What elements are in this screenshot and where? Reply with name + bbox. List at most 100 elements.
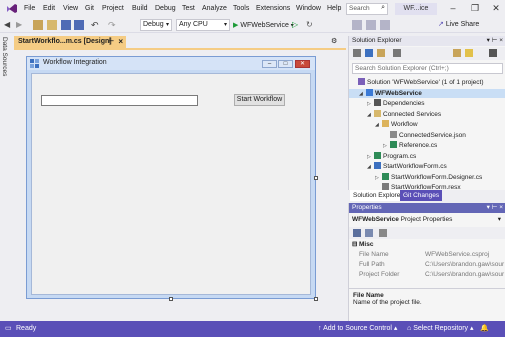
panel-options-icon[interactable]: ▾ ⊢ × bbox=[487, 203, 503, 213]
forward-icon[interactable]: ▶ bbox=[16, 20, 26, 30]
expand-icon[interactable]: ▷ bbox=[375, 174, 382, 183]
pending-changes-filter-icon[interactable] bbox=[465, 49, 473, 57]
tree-item[interactable]: ▷ Dependencies bbox=[349, 99, 505, 108]
chevron-down-icon: ▾ bbox=[497, 216, 501, 223]
tree-item[interactable]: ▷ Reference.cs bbox=[349, 141, 505, 150]
expand-icon[interactable]: ▷ bbox=[367, 100, 374, 109]
save-all-icon[interactable] bbox=[74, 20, 84, 30]
menu-debug[interactable]: Debug bbox=[154, 3, 177, 14]
chevron-down-icon: ▾ bbox=[223, 22, 227, 28]
tree-item[interactable]: Solution 'WFWebService' (1 of 1 project) bbox=[349, 78, 505, 87]
data-sources-sidebar[interactable]: Data Sources bbox=[0, 33, 11, 321]
workflow-text-input[interactable] bbox=[41, 95, 198, 106]
property-pages-icon[interactable] bbox=[379, 229, 387, 237]
toolbar-extra-icon[interactable] bbox=[380, 20, 390, 30]
switch-views-icon[interactable] bbox=[377, 49, 385, 57]
panel-options-icon[interactable]: ▾ ⊢ × bbox=[487, 36, 503, 46]
refresh-icon[interactable]: ↻ bbox=[306, 20, 316, 30]
menu-view[interactable]: View bbox=[62, 3, 79, 14]
expand-icon[interactable]: ▷ bbox=[367, 153, 374, 162]
properties-object-select[interactable]: WFWebService Project Properties ▾ bbox=[352, 215, 503, 225]
tree-item[interactable]: ◢ WFWebService bbox=[349, 88, 505, 99]
menu-window[interactable]: Window bbox=[295, 3, 322, 14]
sync-icon[interactable] bbox=[353, 49, 361, 57]
tree-item[interactable]: ◢ Workflow bbox=[349, 120, 505, 129]
menu-test[interactable]: Test bbox=[181, 3, 196, 14]
platform-select[interactable]: Any CPU ▾ bbox=[176, 19, 230, 31]
configuration-select[interactable]: Debug ▾ bbox=[140, 19, 172, 31]
properties-icon[interactable] bbox=[489, 49, 497, 57]
menu-edit[interactable]: Edit bbox=[42, 3, 56, 14]
open-folder-icon[interactable] bbox=[47, 20, 57, 30]
tree-item[interactable]: ConnectedService.json bbox=[349, 130, 505, 140]
new-item-icon[interactable] bbox=[33, 20, 43, 30]
toolbar-extra-icon[interactable] bbox=[366, 20, 376, 30]
form-minimize-icon: – bbox=[262, 60, 277, 68]
tree-item[interactable]: ▷ StartWorkflowForm.Designer.cs bbox=[349, 172, 505, 183]
category-misc[interactable]: ⊟ Misc bbox=[349, 240, 505, 250]
close-icon[interactable]: × bbox=[118, 36, 123, 48]
start-workflow-button[interactable]: Start Workflow bbox=[234, 94, 285, 106]
form-preview-window[interactable]: Workflow Integration – □ ✕ Start Workflo… bbox=[26, 56, 316, 299]
tree-item[interactable]: ◢ StartWorkflowForm.cs bbox=[349, 162, 505, 171]
global-search-box[interactable]: Search ⌕ bbox=[346, 3, 388, 15]
redo-icon[interactable]: ↷ bbox=[108, 20, 118, 30]
menu-bar: File Edit View Git Project Build Debug T… bbox=[0, 0, 505, 17]
minimize-window-button[interactable]: – bbox=[446, 2, 460, 15]
resize-handle-right[interactable] bbox=[314, 176, 318, 180]
undo-icon[interactable]: ↶ bbox=[91, 20, 101, 30]
start-debugging-button[interactable]: ▶ WFWebService ▾ bbox=[233, 20, 294, 31]
alphabetical-icon[interactable] bbox=[365, 229, 373, 237]
menu-extensions[interactable]: Extensions bbox=[255, 3, 291, 14]
resize-handle-bottom[interactable] bbox=[169, 297, 173, 301]
start-without-debugging-icon[interactable]: ▷ bbox=[292, 20, 302, 30]
resize-handle-corner[interactable] bbox=[314, 297, 318, 301]
collapse-icon[interactable]: ◢ bbox=[375, 121, 382, 130]
tree-item[interactable]: ▷ Program.cs bbox=[349, 151, 505, 162]
menu-tools[interactable]: Tools bbox=[232, 3, 250, 14]
menu-file[interactable]: File bbox=[23, 3, 36, 14]
property-row[interactable]: Full Path C:\Users\brandon.gaw\sour bbox=[349, 260, 505, 270]
collapse-icon[interactable]: ◢ bbox=[359, 90, 366, 99]
categorized-icon[interactable] bbox=[353, 229, 361, 237]
toolbar-extra-icon[interactable] bbox=[352, 20, 362, 30]
close-window-button[interactable]: ✕ bbox=[489, 2, 503, 15]
form-title: Workflow Integration bbox=[43, 59, 107, 66]
json-file-icon bbox=[390, 130, 397, 138]
save-icon[interactable] bbox=[61, 20, 71, 30]
tree-item[interactable]: ◢ Connected Services bbox=[349, 109, 505, 120]
tab-git-changes[interactable]: Git Changes bbox=[400, 190, 443, 201]
home-icon[interactable] bbox=[365, 49, 373, 57]
back-icon[interactable]: ◀ bbox=[4, 20, 14, 30]
tab-solution-explorer[interactable]: Solution Explorer bbox=[350, 190, 406, 201]
data-sources-tab-label[interactable]: Data Sources bbox=[1, 37, 8, 76]
tree-item-label: Connected Services bbox=[383, 110, 442, 118]
restore-window-button[interactable]: ❐ bbox=[468, 2, 482, 15]
menu-build[interactable]: Build bbox=[131, 3, 149, 14]
menu-analyze[interactable]: Analyze bbox=[201, 3, 228, 14]
collapse-icon[interactable]: ◢ bbox=[367, 111, 374, 120]
expand-icon[interactable]: ▷ bbox=[383, 142, 390, 151]
property-description: File Name Name of the project file. bbox=[349, 288, 505, 321]
solution-search-input[interactable]: Search Solution Explorer (Ctrl+;) bbox=[352, 63, 503, 74]
pin-icon[interactable]: ⊢ bbox=[109, 36, 114, 48]
csharp-file-icon bbox=[390, 141, 397, 148]
property-value: C:\Users\brandon.gaw\sour bbox=[425, 271, 505, 278]
tab-startworkflowform-design[interactable]: StartWorkflo...m.cs [Design] ⊢ × bbox=[14, 36, 126, 48]
properties-panel: Properties ▾ ⊢ × WFWebService Project Pr… bbox=[348, 203, 505, 321]
notifications-icon[interactable]: 🔔 bbox=[480, 321, 489, 337]
search-label: Search bbox=[349, 5, 370, 12]
property-row[interactable]: Project Folder C:\Users\brandon.gaw\sour bbox=[349, 270, 505, 280]
tab-overflow-icon[interactable]: ⚙ bbox=[331, 37, 337, 45]
menu-help[interactable]: Help bbox=[326, 3, 342, 14]
collapse-all-icon[interactable] bbox=[393, 49, 401, 57]
menu-project[interactable]: Project bbox=[101, 3, 125, 14]
live-share-button[interactable]: ↗ Live Share bbox=[438, 20, 479, 30]
source-control-button[interactable]: ↑ Add to Source Control ▴ bbox=[318, 321, 397, 337]
select-repository-button[interactable]: ⌂ Select Repository ▴ bbox=[407, 321, 474, 337]
collapse-icon[interactable]: ◢ bbox=[367, 163, 374, 172]
form-client-area[interactable]: Start Workflow bbox=[31, 73, 311, 295]
menu-git[interactable]: Git bbox=[84, 3, 95, 14]
property-row[interactable]: File Name WFWebService.csproj bbox=[349, 250, 505, 260]
show-all-files-icon[interactable] bbox=[453, 49, 461, 57]
